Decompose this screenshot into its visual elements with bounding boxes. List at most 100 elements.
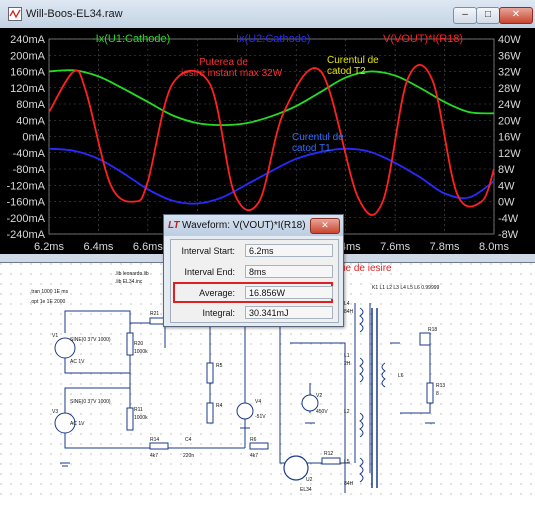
label-c4: C4 bbox=[185, 437, 192, 443]
label-r21: R21 bbox=[150, 311, 159, 317]
series-line-2[interactable] bbox=[48, 64, 495, 216]
trace-label-red[interactable]: V(VOUT)*I(R18) bbox=[383, 33, 463, 45]
y-left-tick: 120mA bbox=[10, 83, 46, 95]
y-right-tick: 16W bbox=[498, 132, 521, 144]
label-l6: L6 bbox=[398, 373, 404, 379]
window-titlebar[interactable]: Will-Boos-EL34.raw – □ ✕ bbox=[0, 0, 535, 28]
x-tick: 6.4ms bbox=[83, 241, 113, 253]
waveform-measure-dialog[interactable]: LT Waveform: V(VOUT)*I(R18) ✕ Interval S… bbox=[163, 214, 344, 327]
integral-field[interactable]: 30.341mJ bbox=[245, 306, 333, 319]
label-v1-ac: AC 1V bbox=[70, 359, 85, 365]
ltspice-logo-icon: LT bbox=[168, 220, 180, 231]
y-left-tick: 240mA bbox=[10, 34, 46, 46]
dialog-titlebar[interactable]: LT Waveform: V(VOUT)*I(R18) ✕ bbox=[164, 215, 343, 236]
interval-end-label: Interval End: bbox=[184, 267, 235, 277]
power-annotation-line1: Puterea de bbox=[199, 57, 248, 68]
y-left-tick: -160mA bbox=[6, 197, 45, 209]
label-el34: EL34 bbox=[300, 487, 312, 493]
close-button[interactable]: ✕ bbox=[499, 7, 533, 24]
label-v1-spec: SINE(0 37V 1000) bbox=[70, 337, 111, 343]
y-left-tick: 0mA bbox=[22, 132, 45, 144]
label-c4-val: 220n bbox=[183, 453, 194, 459]
label-v4-val: -51V bbox=[255, 414, 266, 420]
tube-symbol bbox=[283, 455, 309, 481]
label-opt: .opt 1e 1E 2000 bbox=[30, 299, 66, 305]
label-v2-val: 450V bbox=[316, 409, 328, 415]
y-right-tick: -4W bbox=[498, 213, 519, 225]
label-r6-val: 4k7 bbox=[250, 453, 258, 459]
y-right-tick: -8W bbox=[498, 229, 519, 241]
label-r13: R13 bbox=[436, 383, 445, 389]
label-l2: L2 bbox=[344, 409, 350, 415]
interval-start-label: Interval Start: bbox=[181, 246, 235, 256]
y-right-tick: 28W bbox=[498, 83, 521, 95]
y-left-tick: -40mA bbox=[13, 148, 46, 160]
y-right-tick: 8W bbox=[498, 164, 515, 176]
maximize-button[interactable]: □ bbox=[476, 7, 500, 24]
average-field[interactable]: 16.856W bbox=[245, 286, 333, 299]
label-r11-val: 1000k bbox=[134, 415, 148, 421]
trace-label-green[interactable]: -Ix(U1:Cathode) bbox=[92, 33, 170, 45]
integral-label: Integral: bbox=[202, 308, 235, 318]
label-r11: R11 bbox=[134, 407, 143, 413]
y-right-tick: 24W bbox=[498, 99, 521, 111]
interval-start-field[interactable]: 6.2ms bbox=[245, 244, 333, 257]
label-l5-val: 84H bbox=[344, 481, 354, 487]
label-r5: R5 bbox=[216, 363, 223, 369]
dialog-close-button[interactable]: ✕ bbox=[310, 218, 340, 234]
label-tran: .tran 1000 1E ms bbox=[30, 289, 69, 295]
label-l4-val: 84H bbox=[344, 309, 354, 315]
label-r13-val: 8 bbox=[436, 391, 439, 397]
label-r6: R6 bbox=[250, 437, 257, 443]
y-right-tick: 40W bbox=[498, 34, 521, 46]
label-v1: V1 bbox=[52, 333, 58, 339]
label-include2: .lib EL34.inc bbox=[115, 279, 143, 285]
y-right-tick: 4W bbox=[498, 180, 515, 192]
t2-annotation-line2: catod T2 bbox=[327, 66, 366, 77]
label-r14: R14 bbox=[150, 437, 159, 443]
label-r20: R20 bbox=[134, 341, 143, 347]
trace-label-blue[interactable]: Ix(U2:Cathode) bbox=[236, 33, 311, 45]
y-left-tick: 40mA bbox=[16, 115, 45, 127]
power-annotation-line2: iesire instant max 32W bbox=[181, 68, 283, 79]
x-tick: 7.8ms bbox=[430, 241, 460, 253]
label-v3: V3 bbox=[52, 409, 58, 415]
label-u2: U2 bbox=[306, 477, 313, 483]
y-left-tick: -200mA bbox=[6, 213, 45, 225]
y-right-tick: 36W bbox=[498, 50, 521, 62]
label-r18: R18 bbox=[428, 327, 437, 333]
y-right-tick: 0W bbox=[498, 197, 515, 209]
label-r4: R4 bbox=[216, 403, 223, 409]
y-left-tick: 200mA bbox=[10, 50, 46, 62]
y-left-tick: -120mA bbox=[6, 180, 45, 192]
t1-annotation-line1: Curentul de bbox=[292, 132, 344, 143]
y-right-tick: 32W bbox=[498, 67, 521, 79]
label-l5: L5 bbox=[344, 459, 350, 465]
t2-annotation-line1: Curentul de bbox=[327, 55, 379, 66]
label-r14-val: 4k7 bbox=[150, 453, 158, 459]
label-l4: L4 bbox=[344, 301, 350, 307]
minimize-button[interactable]: – bbox=[453, 7, 477, 24]
t1-annotation-line2: catod T1 bbox=[292, 143, 331, 154]
series-traces bbox=[48, 64, 495, 216]
dialog-body: Interval Start: 6.2ms Interval End: 8ms … bbox=[170, 239, 339, 323]
label-coupling: K1 L1 L2 L3 L4 L5 L6 0.99999 bbox=[372, 285, 440, 291]
label-include: .lib leonardo.lib bbox=[115, 271, 149, 277]
label-v3-spec: SINE(0 37V 1000) bbox=[70, 399, 111, 405]
label-v3-ac: AC 1V bbox=[70, 421, 85, 427]
waveform-app-icon bbox=[8, 7, 22, 21]
interval-end-field[interactable]: 8ms bbox=[245, 265, 333, 278]
label-l1: L1 bbox=[344, 353, 350, 359]
label-r20-val: 1000k bbox=[134, 349, 148, 355]
y-left-tick: -80mA bbox=[13, 164, 46, 176]
y-right-tick: 20W bbox=[498, 115, 521, 127]
y-right-tick: 12W bbox=[498, 148, 521, 160]
x-tick: 6.2ms bbox=[34, 241, 64, 253]
dialog-title: Waveform: V(VOUT)*I(R18) bbox=[182, 220, 306, 231]
label-v2: V2 bbox=[316, 393, 322, 399]
x-tick: 7.6ms bbox=[380, 241, 410, 253]
y-left-tick: 80mA bbox=[16, 99, 45, 111]
label-v4: V4 bbox=[255, 399, 261, 405]
average-label: Average: bbox=[199, 288, 235, 298]
x-tick: 8.0ms bbox=[479, 241, 509, 253]
